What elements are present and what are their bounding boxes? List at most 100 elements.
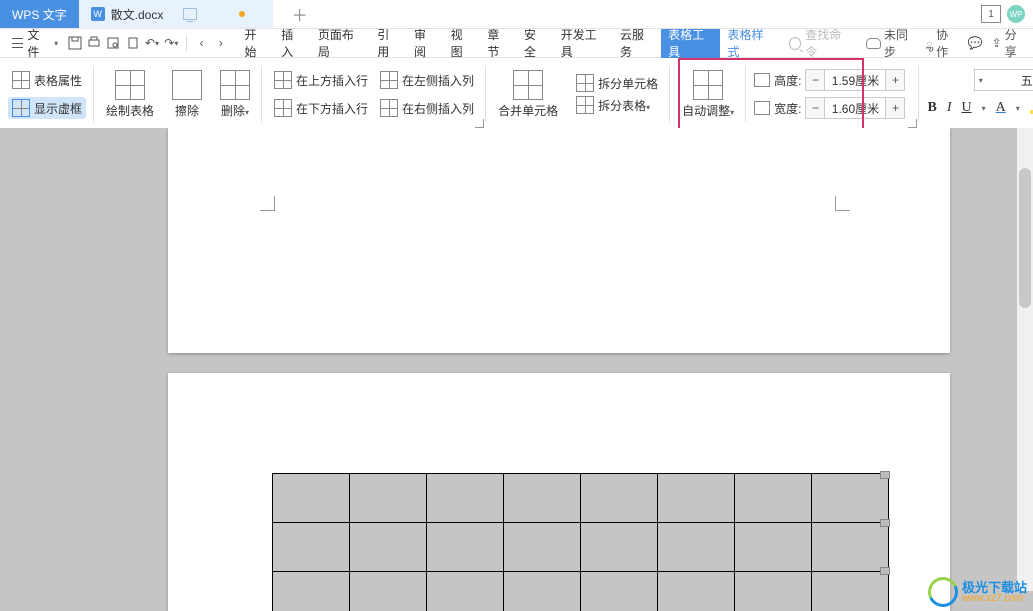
insert-left-icon xyxy=(380,71,398,89)
delete-button[interactable]: 删除▾ xyxy=(216,68,254,121)
group-table-props: 表格属性 显示虚框 xyxy=(0,58,94,130)
monitor-icon xyxy=(183,8,197,20)
qa-nav-back-icon[interactable]: ‹ xyxy=(193,35,210,51)
insert-below-icon xyxy=(274,99,292,117)
vertical-scrollbar[interactable] xyxy=(1017,128,1033,591)
chat-icon[interactable]: 💬 xyxy=(967,35,984,51)
row-height-icon xyxy=(754,73,770,87)
row-marker-icon xyxy=(880,567,890,575)
command-search-placeholder: 查找命令 xyxy=(805,26,851,60)
chevron-down-icon: ▾ xyxy=(54,39,58,48)
font-size-select[interactable]: ▾ 五号 ▾ xyxy=(974,69,1033,91)
share-button[interactable]: ⇪ 分享 xyxy=(992,26,1027,60)
height-value[interactable]: 1.59厘米 xyxy=(825,69,885,91)
draw-table-button[interactable]: 绘制表格 xyxy=(102,68,158,121)
separator xyxy=(186,35,187,51)
font-color-button[interactable]: A xyxy=(996,100,1006,116)
eraser-button[interactable]: 擦除 xyxy=(168,68,206,121)
margin-corner-icon xyxy=(835,196,850,211)
menu-icon xyxy=(12,38,23,48)
collab-button[interactable]: ౢ 协作 xyxy=(926,26,958,60)
merge-icon xyxy=(513,70,543,100)
unsaved-indicator-icon xyxy=(239,11,245,17)
table-row xyxy=(273,572,889,611)
insert-col-left-button[interactable]: 在左侧插入列 xyxy=(376,69,478,91)
group-font: ▾ 五号 ▾ B I U▾ A▾ ✎▾ xyxy=(919,58,1033,130)
frame-icon xyxy=(12,99,30,117)
autofit-icon xyxy=(693,70,723,100)
insert-right-icon xyxy=(380,99,398,117)
delete-icon xyxy=(220,70,250,100)
qa-print-icon[interactable] xyxy=(85,35,102,51)
titlebar: WPS 文字 W 散文.docx ＋ 1 WP xyxy=(0,0,1033,29)
collab-icon: ౢ xyxy=(926,35,933,52)
unsynced-status[interactable]: 未同步 xyxy=(866,26,918,60)
split-table-button[interactable]: 拆分表格▾ xyxy=(572,94,662,116)
table-row xyxy=(273,474,889,523)
bold-button[interactable]: B xyxy=(927,100,936,116)
menubar: 文件 ▾ ↶▾ ↷▾ ‹ › 开始 插入 页面布局 引用 审阅 视图 章节 安全… xyxy=(0,29,1033,58)
document-tab[interactable]: W 散文.docx xyxy=(79,0,273,28)
group-merge: 合并单元格 拆分单元格 拆分表格▾ xyxy=(486,58,670,130)
underline-button[interactable]: U xyxy=(961,100,971,116)
margin-corner-icon xyxy=(260,196,275,211)
scroll-thumb[interactable] xyxy=(1019,168,1031,308)
row-marker-icon xyxy=(880,519,890,527)
doc-icon: W xyxy=(91,7,105,21)
qa-save-icon[interactable] xyxy=(66,35,83,51)
table-row xyxy=(273,523,889,572)
qa-preview-icon[interactable] xyxy=(105,35,122,51)
col-width-stepper[interactable]: − 1.60厘米 + xyxy=(805,97,905,119)
file-menu[interactable]: 文件 ▾ xyxy=(6,24,64,62)
split-table-icon xyxy=(576,96,594,114)
page-1 xyxy=(168,128,950,353)
height-label: 高度: xyxy=(774,72,801,89)
width-decrease-button[interactable]: − xyxy=(805,97,825,119)
italic-button[interactable]: I xyxy=(947,100,952,116)
insert-row-below-button[interactable]: 在下方插入行 xyxy=(270,97,372,119)
document-canvas[interactable] xyxy=(0,128,1033,611)
page-2 xyxy=(168,373,950,611)
col-width-icon xyxy=(754,101,770,115)
command-search[interactable]: 查找命令 xyxy=(782,23,858,63)
ribbon: 表格属性 显示虚框 绘制表格 擦除 删除▾ 在上方插入行 在左侧插入列 在下方插… xyxy=(0,58,1033,131)
row-marker-icon xyxy=(880,471,890,479)
table-properties-button[interactable]: 表格属性 xyxy=(8,69,86,91)
eraser-icon xyxy=(172,70,202,100)
app-brand-tab[interactable]: WPS 文字 xyxy=(0,0,79,28)
qa-undo-icon[interactable]: ↶▾ xyxy=(143,35,160,51)
group-autofit: 自动调整▾ xyxy=(670,58,746,130)
cloud-icon xyxy=(866,38,881,49)
group-launcher-icon[interactable] xyxy=(475,119,484,128)
height-decrease-button[interactable]: − xyxy=(805,69,825,91)
window-indicator[interactable]: 1 xyxy=(981,5,1001,23)
row-height-stepper[interactable]: − 1.59厘米 + xyxy=(805,69,905,91)
group-insert: 在上方插入行 在左侧插入列 在下方插入行 在右侧插入列 xyxy=(262,58,486,130)
draw-icon xyxy=(115,70,145,100)
merge-cells-button[interactable]: 合并单元格 xyxy=(494,68,562,121)
group-launcher-icon[interactable] xyxy=(908,119,917,128)
show-virtual-frame-button[interactable]: 显示虚框 xyxy=(8,97,86,119)
autofit-button[interactable]: 自动调整▾ xyxy=(678,68,738,121)
group-size: 高度: − 1.59厘米 + 宽度: − 1.60厘米 + xyxy=(746,58,919,130)
qa-nav-fwd-icon[interactable]: › xyxy=(212,35,229,51)
user-avatar-icon[interactable]: WP xyxy=(1007,5,1025,23)
group-draw: 绘制表格 擦除 删除▾ xyxy=(94,58,262,130)
properties-icon xyxy=(12,71,30,89)
width-increase-button[interactable]: + xyxy=(885,97,905,119)
chevron-down-icon: ▾ xyxy=(979,76,983,85)
document-title: 散文.docx xyxy=(111,6,164,23)
split-cell-icon xyxy=(576,74,594,92)
qa-paste-icon[interactable] xyxy=(124,35,141,51)
split-cells-button[interactable]: 拆分单元格 xyxy=(572,72,662,94)
selected-table[interactable] xyxy=(272,473,889,611)
width-value[interactable]: 1.60厘米 xyxy=(825,97,885,119)
file-menu-label: 文件 xyxy=(27,26,50,60)
insert-col-right-button[interactable]: 在右侧插入列 xyxy=(376,97,478,119)
insert-row-above-button[interactable]: 在上方插入行 xyxy=(270,69,372,91)
insert-above-icon xyxy=(274,71,292,89)
qa-redo-icon[interactable]: ↷▾ xyxy=(163,35,180,51)
height-increase-button[interactable]: + xyxy=(885,69,905,91)
new-tab-button[interactable]: ＋ xyxy=(273,0,327,28)
width-label: 宽度: xyxy=(774,100,801,117)
